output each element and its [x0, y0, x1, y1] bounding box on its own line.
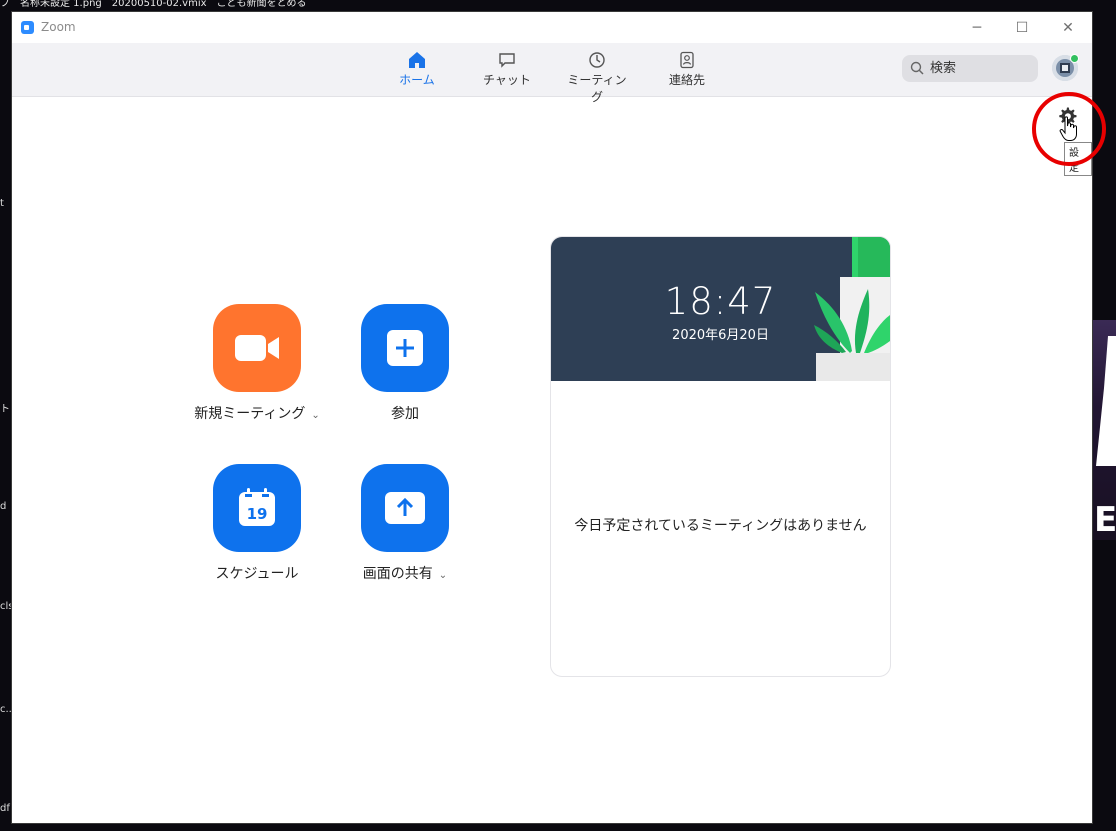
contact-icon: [680, 51, 694, 69]
tab-contacts-label: 連絡先: [668, 73, 705, 87]
plus-icon: [387, 330, 423, 366]
search-input[interactable]: 検索: [902, 55, 1038, 82]
share-screen-label: 画面の共有: [362, 566, 433, 582]
current-date: 2020年6月20日: [672, 328, 769, 343]
schedule-button[interactable]: 19: [213, 464, 301, 552]
video-camera-icon: [235, 335, 279, 361]
tab-chat-label: チャット: [483, 73, 531, 87]
online-status-icon: [1070, 54, 1079, 63]
tab-meeting-label: ミーティング: [567, 73, 627, 104]
clock-banner: 18:47 2020年6月20日: [551, 237, 890, 381]
desktop-fragment: df: [0, 803, 10, 814]
desktop-fragment: cls: [0, 601, 12, 612]
wallpaper-letter: E: [1094, 500, 1116, 540]
desktop-fragment: ト.a: [0, 404, 12, 415]
share-screen-action[interactable]: 画面の共有 ⌄: [340, 464, 470, 583]
search-icon: [910, 61, 924, 75]
join-action[interactable]: 参加: [340, 304, 470, 423]
schedule-action[interactable]: 19 スケジュール: [192, 464, 322, 583]
desktop-fragment: t: [0, 198, 4, 209]
new-meeting-button[interactable]: [213, 304, 301, 392]
top-navigation: ホーム チャット ミーティング 連絡先 検索: [12, 43, 1092, 104]
upcoming-meetings-card: 18:47 2020年6月20日 今日予定されているミーティングはありません: [550, 236, 891, 677]
share-screen-button[interactable]: [361, 464, 449, 552]
new-meeting-action[interactable]: 新規ミーティング ⌄: [192, 304, 322, 423]
desktop-fragment: d: [0, 501, 7, 512]
desktop-file-names: ブ 名称未設定 1.png 20200510-02.vmix こども新聞をとめる: [0, 0, 307, 9]
desktop-fragment: c..: [0, 704, 12, 715]
clock-icon: [589, 52, 605, 68]
title-bar: Zoom ─ ☐ ✕: [12, 12, 1092, 43]
chevron-down-icon[interactable]: ⌄: [439, 570, 447, 581]
home-icon: [409, 52, 425, 68]
upload-arrow-icon: [385, 492, 425, 524]
search-placeholder: 検索: [930, 61, 957, 76]
calendar-day: 19: [246, 505, 268, 523]
minimize-button[interactable]: ─: [967, 18, 987, 38]
desktop-wallpaper: E: [1092, 320, 1116, 540]
tab-home[interactable]: ホーム: [382, 51, 452, 88]
highlight-circle: [1032, 92, 1106, 166]
zoom-window: Zoom ─ ☐ ✕ ホーム チャット ミーティング 連絡先 検索 設定 新規ミ…: [12, 12, 1106, 823]
schedule-label: スケジュール: [215, 566, 299, 582]
chat-icon: [499, 53, 515, 68]
current-time: 18:47: [664, 280, 777, 323]
window-title: Zoom: [41, 20, 76, 34]
tab-contacts[interactable]: 連絡先: [652, 51, 722, 88]
join-label: 参加: [391, 406, 419, 422]
maximize-button[interactable]: ☐: [1012, 18, 1032, 38]
new-meeting-label: 新規ミーティング: [194, 406, 306, 422]
chevron-down-icon[interactable]: ⌄: [311, 410, 319, 421]
wallpaper-shape: [1096, 336, 1116, 466]
tab-home-label: ホーム: [399, 73, 435, 87]
tab-meeting[interactable]: ミーティング: [562, 51, 632, 105]
close-button[interactable]: ✕: [1058, 18, 1078, 38]
tab-chat[interactable]: チャット: [472, 51, 542, 88]
zoom-logo-icon: [21, 21, 34, 34]
no-meetings-message: 今日予定されているミーティングはありません: [574, 518, 867, 534]
join-button[interactable]: [361, 304, 449, 392]
